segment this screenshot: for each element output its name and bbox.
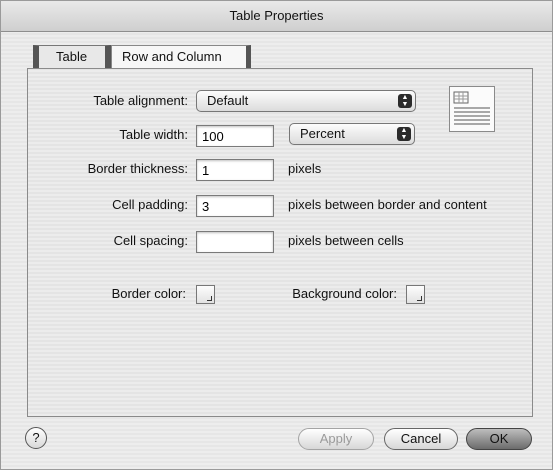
table-width-unit-select[interactable]: Percent ▲ ▼ <box>289 123 415 145</box>
cell-padding-field[interactable] <box>196 195 274 217</box>
up-down-arrows-icon: ▲ ▼ <box>397 127 411 141</box>
table-alignment-label: Table alignment: <box>93 93 188 108</box>
border-color-swatch[interactable] <box>196 285 215 304</box>
table-alignment-value: Default <box>207 93 249 108</box>
cell-padding-label: Cell padding: <box>112 197 188 212</box>
tab-table[interactable]: Table <box>33 45 111 69</box>
ok-button[interactable]: OK <box>466 428 532 450</box>
table-layout-preview-icon <box>449 86 495 132</box>
background-color-swatch[interactable] <box>406 285 425 304</box>
border-thickness-label: Border thickness: <box>87 161 188 176</box>
tab-row-and-column[interactable]: Row and Column <box>111 45 251 69</box>
table-width-field[interactable] <box>196 125 274 147</box>
swatch-dropdown-corner <box>207 296 212 301</box>
cell-spacing-unit: pixels between cells <box>288 233 404 248</box>
border-thickness-unit: pixels <box>288 161 322 176</box>
apply-button[interactable]: Apply <box>298 428 374 450</box>
table-width-unit-value: Percent <box>300 126 345 141</box>
table-width-label: Table width: <box>119 127 188 142</box>
help-icon[interactable]: ? <box>25 427 47 449</box>
swatch-dropdown-corner <box>417 296 422 301</box>
border-thickness-field[interactable] <box>196 159 274 181</box>
cell-spacing-label: Cell spacing: <box>113 233 188 248</box>
cancel-button[interactable]: Cancel <box>384 428 458 450</box>
cell-padding-unit: pixels between border and content <box>288 197 487 212</box>
border-color-label: Border color: <box>111 286 186 301</box>
table-alignment-select[interactable]: Default ▲ ▼ <box>196 90 416 112</box>
dialog-title: Table Properties <box>1 1 552 32</box>
cell-spacing-field[interactable] <box>196 231 274 253</box>
up-down-arrows-icon: ▲ ▼ <box>398 94 412 108</box>
background-color-label: Background color: <box>292 286 397 301</box>
table-properties-dialog: Table Properties Table Row and Column Ta… <box>0 0 553 470</box>
